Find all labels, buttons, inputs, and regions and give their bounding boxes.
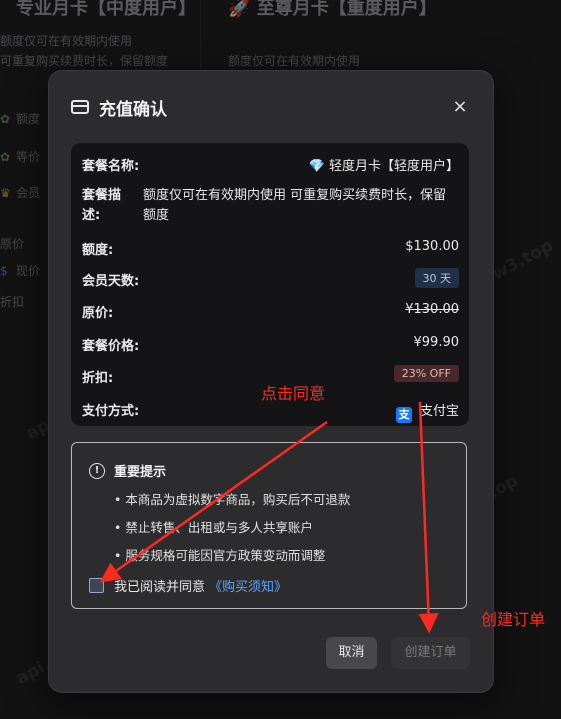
annotation-create-order: 创建订单: [481, 610, 546, 629]
annotation-click-agree: 点击同意: [261, 384, 326, 403]
arrow-to-create-button: [418, 401, 439, 634]
annotation-arrows: [99, 401, 439, 634]
arrow-to-checkbox: [99, 420, 328, 583]
